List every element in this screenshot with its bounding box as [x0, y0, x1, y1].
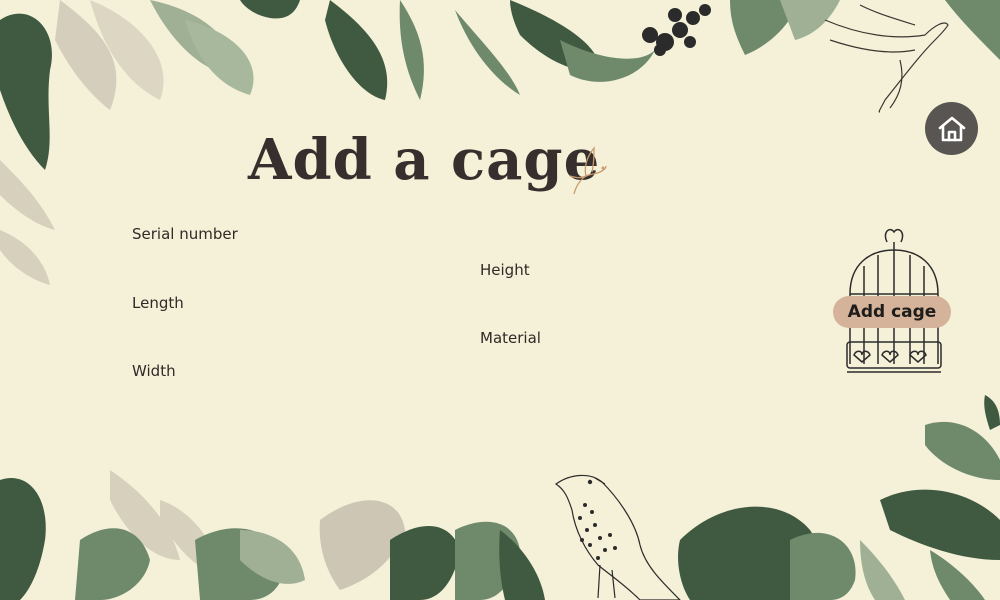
leaf-mid — [930, 550, 985, 600]
leaf-dark — [0, 478, 46, 600]
leaf-beige — [55, 0, 117, 110]
height-input[interactable] — [478, 282, 762, 306]
serial-number-input[interactable] — [130, 246, 414, 270]
add-cage-button[interactable]: Add cage — [833, 296, 951, 328]
leaf-dark — [678, 506, 824, 600]
home-button[interactable] — [925, 102, 978, 155]
leaf-mid — [945, 0, 1000, 60]
material-input[interactable] — [478, 350, 762, 374]
length-label: Length — [132, 294, 184, 312]
leaf-dark — [390, 526, 460, 600]
leaf-dark — [240, 0, 300, 19]
height-label: Height — [480, 261, 530, 279]
leaf-mid — [730, 0, 800, 55]
leaf-light — [780, 0, 840, 40]
length-input[interactable] — [130, 315, 414, 339]
leaf-mid — [455, 10, 520, 95]
page-title: Add a cage — [248, 127, 601, 193]
leaf-mid — [399, 0, 424, 100]
leaf-dark — [510, 0, 600, 71]
leaf-light — [860, 540, 905, 600]
width-input[interactable] — [130, 383, 414, 407]
leaf-beige — [0, 160, 55, 230]
width-label: Width — [132, 362, 176, 380]
swallow-drawing — [824, 4, 949, 113]
leaf-beige — [319, 500, 405, 590]
leaf-dark — [0, 13, 52, 171]
leaf-light — [240, 530, 305, 584]
leaf-beige — [110, 470, 180, 560]
leaf-dark — [984, 395, 1000, 430]
thrush-drawing — [554, 474, 681, 600]
leaf-mid — [790, 532, 856, 600]
dove-icon — [569, 146, 607, 195]
leaf-mid — [455, 521, 520, 600]
leaf-mid — [75, 528, 150, 600]
berries — [642, 4, 711, 56]
leaf-light — [185, 20, 254, 95]
home-icon — [938, 116, 965, 141]
material-label: Material — [480, 329, 541, 347]
leaf-mid — [195, 528, 285, 600]
leaf-dark — [880, 489, 1000, 560]
leaf-mid — [560, 40, 655, 82]
serial-number-label: Serial number — [132, 225, 238, 243]
leaf-mid — [925, 421, 1000, 480]
leaf-dark — [499, 530, 545, 600]
leaf-beige — [0, 230, 50, 285]
leaf-beige — [90, 0, 164, 100]
leaf-light — [150, 0, 232, 75]
leaf-beige — [160, 500, 220, 575]
leaf-dark — [325, 0, 388, 100]
